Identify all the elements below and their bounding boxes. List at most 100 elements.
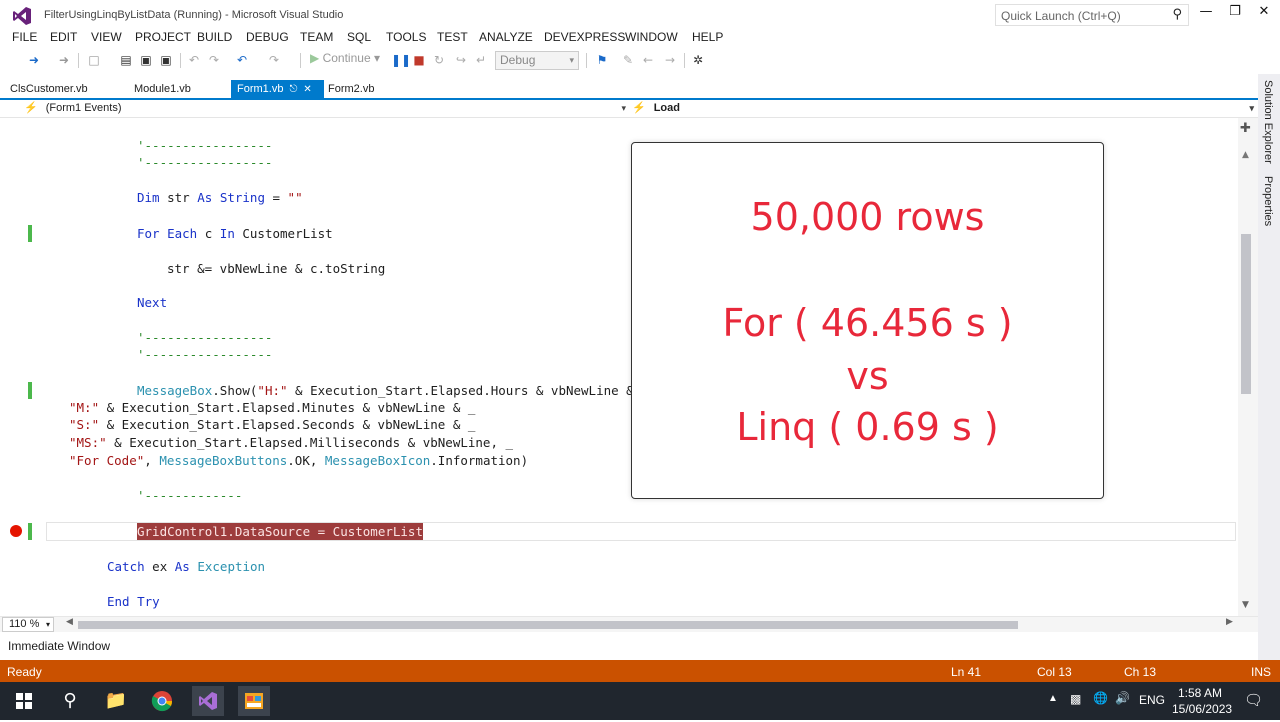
pause-icon[interactable]: ❚❚ — [391, 52, 411, 68]
previous-bookmark-icon[interactable]: ← — [640, 52, 656, 68]
clock-date[interactable]: 15/06/2023 — [1172, 702, 1232, 716]
close-tab-icon[interactable]: ✕ — [303, 84, 311, 95]
toolbar-options-icon[interactable]: ✲ — [690, 52, 706, 68]
file-explorer-icon[interactable]: 📁 — [100, 686, 132, 716]
language-indicator[interactable]: ENG — [1139, 693, 1165, 707]
attach-icon[interactable]: ⚑ — [594, 52, 610, 68]
immediate-window-tab[interactable]: Immediate Window — [0, 636, 1258, 658]
tab-form2[interactable]: Form2.vb — [322, 80, 380, 98]
menu-team[interactable]: TEAM — [300, 30, 333, 44]
class-dropdown-value: (Form1 Events) — [45, 102, 122, 114]
breakpoint-icon[interactable] — [10, 525, 22, 537]
clock-time[interactable]: 1:58 AM — [1178, 686, 1222, 700]
cut-icon[interactable]: ↶ — [186, 52, 202, 68]
chrome-icon[interactable] — [146, 686, 178, 716]
show-next-statement-icon[interactable]: ↪ — [453, 52, 469, 68]
code-keyword: For Each — [137, 226, 198, 241]
restore-button[interactable]: ❐ — [1224, 4, 1246, 24]
scroll-left-icon[interactable]: ◀ — [66, 617, 73, 627]
bookmark-icon[interactable]: ✎ — [620, 52, 636, 68]
menu-debug[interactable]: DEBUG — [246, 30, 289, 44]
continue-button[interactable]: ▶ Continue ▾ — [310, 51, 380, 69]
code-comment: '----------------- — [137, 347, 273, 362]
undo-icon[interactable]: ↶ — [234, 52, 250, 68]
menu-sql[interactable]: SQL — [347, 30, 371, 44]
save-icon[interactable]: ▣ — [138, 52, 154, 68]
search-icon[interactable]: ⚲ — [54, 686, 86, 716]
code-keyword: String — [219, 190, 265, 205]
menu-project[interactable]: PROJECT — [135, 30, 191, 44]
open-file-icon[interactable]: ▤ — [118, 52, 134, 68]
code-type: MessageBoxButtons — [159, 453, 288, 468]
pin-icon[interactable]: ⎋ — [289, 84, 297, 95]
menu-window[interactable]: WINDOW — [625, 30, 678, 44]
chevron-down-icon: ▾ — [1249, 103, 1254, 113]
scroll-up-icon[interactable]: ▲ — [1242, 150, 1249, 160]
volume-icon[interactable]: 🔊 — [1115, 691, 1130, 705]
redo-icon[interactable]: ↷ — [266, 52, 282, 68]
solution-config-select[interactable]: Debug ▾ — [495, 51, 579, 70]
next-bookmark-icon[interactable]: → — [662, 52, 678, 68]
solution-explorer-tab[interactable]: Solution Explorer — [1262, 80, 1274, 164]
split-view-icon[interactable]: ✚ — [1240, 121, 1251, 136]
new-project-icon[interactable]: □ — [86, 52, 102, 68]
running-app-icon[interactable] — [238, 686, 270, 716]
status-bar: Ready Ln 41 Col 13 Ch 13 INS — [0, 660, 1280, 682]
minimize-button[interactable]: — — [1195, 4, 1217, 24]
scroll-right-icon[interactable]: ▶ — [1226, 617, 1233, 627]
zoom-select[interactable]: 110 % ▾ — [2, 617, 54, 632]
code-comment: '------------- — [137, 488, 243, 503]
back-icon[interactable]: ➜ — [26, 52, 42, 68]
tab-form1[interactable]: Form1.vb ⎋ ✕ — [231, 80, 324, 98]
notifications-icon[interactable]: 🗨 — [1244, 691, 1263, 709]
visual-studio-taskbar-icon[interactable] — [192, 686, 224, 716]
tab-clscustomer[interactable]: ClsCustomer.vb — [4, 80, 94, 98]
menu-analyze[interactable]: ANALYZE — [479, 30, 533, 44]
globe-icon[interactable]: 🌐 — [1093, 691, 1108, 705]
code-line-minutes: "M:" & Execution_Start.Elapsed.Minutes &… — [69, 399, 475, 416]
code-type: MessageBoxIcon — [324, 453, 431, 468]
menu-edit[interactable]: EDIT — [50, 30, 77, 44]
save-all-icon[interactable]: ▣ — [158, 52, 174, 68]
zoom-value: 110 % — [9, 618, 40, 630]
menu-devexpress[interactable]: DEVEXPRESS — [544, 30, 625, 44]
vertical-scrollbar[interactable]: ✚ ▲ ▼ — [1238, 118, 1258, 616]
code-text: .Show( — [212, 383, 258, 398]
document-tabs: ClsCustomer.vb Module1.vb Form1.vb ⎋ ✕ For… — [0, 80, 1258, 100]
tab-module1[interactable]: Module1.vb — [128, 80, 197, 98]
menu-test[interactable]: TEST — [437, 30, 468, 44]
restart-icon[interactable]: ↻ — [431, 52, 447, 68]
quick-launch-input[interactable]: Quick Launch (Ctrl+Q) ⚲ — [995, 4, 1189, 26]
code-keyword: As — [174, 559, 190, 574]
copy-icon[interactable]: ↷ — [206, 52, 222, 68]
close-button[interactable]: ✕ — [1253, 4, 1275, 24]
quick-launch-placeholder: Quick Launch (Ctrl+Q) — [1001, 9, 1121, 23]
code-string: "For Code" — [69, 453, 145, 468]
scroll-down-icon[interactable]: ▼ — [1242, 600, 1249, 610]
event-icon: ⚡ — [632, 102, 646, 114]
immediate-window-label: Immediate Window — [8, 639, 111, 653]
properties-tab[interactable]: Properties — [1262, 176, 1274, 226]
menu-build[interactable]: BUILD — [197, 30, 232, 44]
menu-file[interactable]: FILE — [12, 30, 37, 44]
menu-view[interactable]: VIEW — [91, 30, 122, 44]
code-line-for-each: For Each c In CustomerList — [137, 225, 333, 242]
scrollbar-thumb[interactable] — [1241, 234, 1251, 394]
network-icon[interactable]: ▩ — [1070, 692, 1081, 706]
code-line-caption: "For Code", MessageBoxButtons.OK, Messag… — [69, 452, 528, 469]
stop-icon[interactable]: ■ — [411, 52, 427, 68]
status-char: Ch 13 — [1124, 665, 1157, 679]
code-comment: '----------------- — [137, 330, 273, 345]
member-dropdown[interactable]: ⚡ Load ▾ — [632, 101, 1256, 117]
solution-config-value: Debug — [500, 53, 536, 67]
status-column: Col 13 — [1037, 665, 1072, 679]
windows-start-icon[interactable] — [8, 686, 40, 716]
horizontal-scrollbar-thumb[interactable] — [78, 621, 1018, 629]
step-into-icon[interactable]: ↵ — [473, 52, 489, 68]
menu-help[interactable]: HELP — [692, 30, 723, 44]
class-dropdown[interactable]: ⚡ (Form1 Events) ▾ — [24, 101, 628, 117]
forward-icon[interactable]: ➜ — [56, 52, 72, 68]
tray-chevron-icon[interactable]: ▲ — [1048, 693, 1058, 704]
menu-tools[interactable]: TOOLS — [386, 30, 426, 44]
side-panel: Solution Explorer Properties — [1258, 74, 1280, 660]
